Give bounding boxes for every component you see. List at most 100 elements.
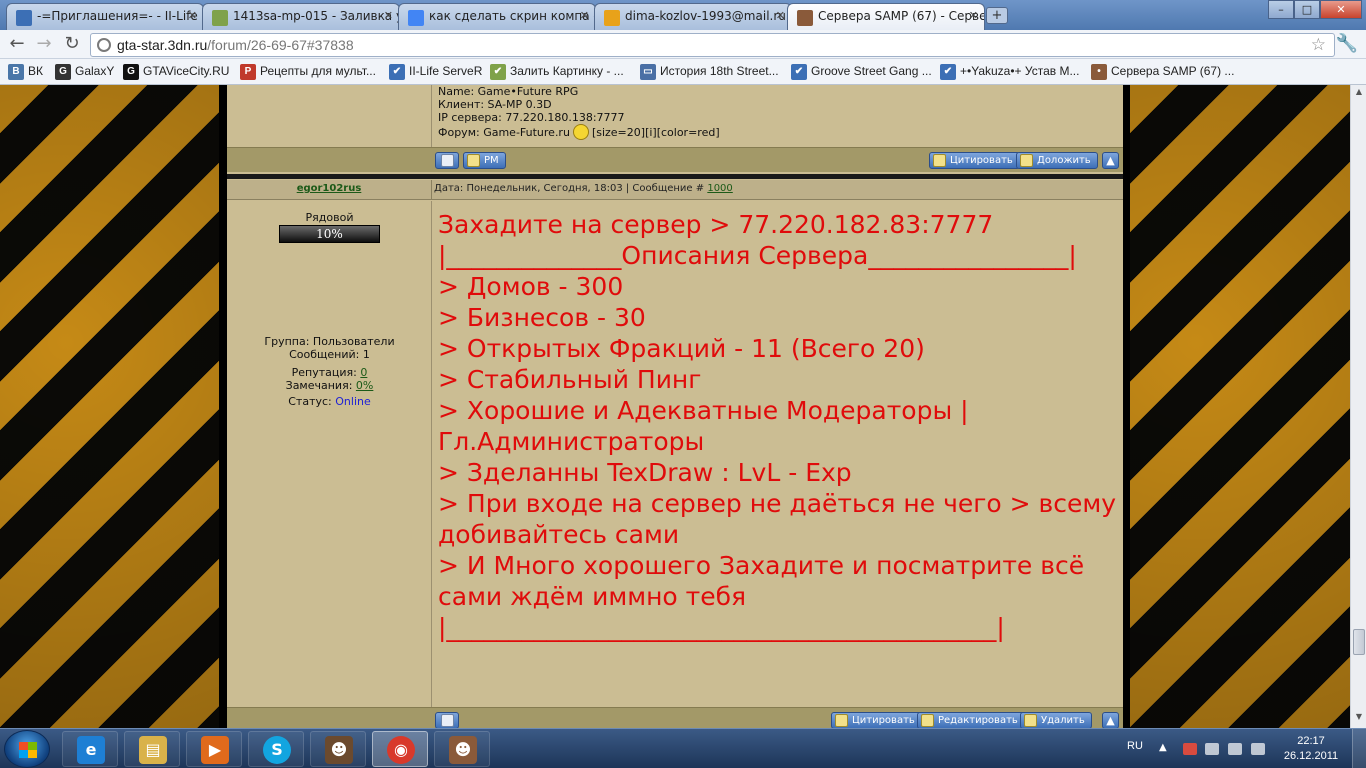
taskbar-item-samp[interactable]: ☻ [310, 731, 366, 767]
taskbar-samp-icon: ☻ [325, 736, 353, 764]
bookmark-recipes[interactable]: Р Рецепты для мульт... [240, 63, 376, 81]
bookmark-iilife[interactable]: ✔ II-Life ServeR [389, 63, 482, 81]
language-indicator[interactable]: RU [1127, 740, 1143, 752]
tray-device-icon[interactable] [1205, 743, 1219, 755]
tab-google-search[interactable]: как сделать скрин компа - ✕ [398, 3, 596, 30]
tab-mail[interactable]: dima-kozlov-1993@mail.ru ✕ [594, 3, 792, 30]
reload-button[interactable]: ↻ [61, 34, 83, 56]
url-host: gta-star.3dn.ru [117, 37, 208, 53]
tab-close-icon[interactable]: ✕ [969, 9, 978, 22]
prev-post-action-bar: PM Цитировать Доложить ▲ [227, 147, 1123, 173]
signature-line: IP сервера: 77.220.180.138:7777 [438, 111, 625, 124]
tab-samp-servers[interactable]: Сервера SAMP (67) - Серве ✕ [787, 3, 985, 30]
tray-expand-icon[interactable]: ▲ [1159, 742, 1167, 753]
bookmark-groove[interactable]: ✔ Groove Street Gang ... [791, 63, 932, 81]
bookmark-upload[interactable]: ✔ Залить Картинку - ... [490, 63, 624, 81]
new-tab-button[interactable]: + [986, 7, 1008, 24]
reputation-link[interactable]: 0 [360, 366, 367, 379]
post-meta: Дата: Понедельник, Сегодня, 18:03 | Сооб… [434, 183, 733, 194]
taskbar-item-skype[interactable]: S [248, 731, 304, 767]
tab-upload[interactable]: 1413sa-mp-015 - Заливка у ✕ [202, 3, 400, 30]
wrench-menu-icon[interactable]: 🔧 [1336, 33, 1358, 54]
galaxy-icon: G [55, 64, 71, 80]
bookmark-vk[interactable]: B ВК [8, 63, 43, 81]
report-button[interactable]: Доложить [1016, 152, 1098, 169]
user-warnings: Замечания: 0% [227, 379, 432, 392]
taskbar-clock[interactable]: 22:17 26.12.2011 [1283, 734, 1339, 764]
bookmark-label: Сервера SAMP (67) ... [1111, 64, 1235, 78]
pm-button[interactable]: PM [463, 152, 506, 169]
bookmarks-bar: B ВК G GalaxY G GTAViceCity.RU Р Рецепты для… [0, 59, 1366, 85]
bookmark-galaxy[interactable]: G GalaxY [55, 63, 114, 81]
taskbar-chrome-icon: ◉ [387, 736, 415, 764]
bookmark-label: GalaxY [75, 64, 115, 78]
scroll-top-button[interactable]: ▲ [1102, 152, 1119, 169]
post-body: Захадите на сервер > 77.220.182.83:7777 … [434, 201, 1123, 707]
user-group: Группа: Пользователи [264, 335, 395, 348]
message-number-link[interactable]: 1000 [707, 183, 732, 194]
start-button[interactable] [4, 730, 50, 768]
user-reputation: Репутация: 0 [227, 366, 432, 379]
bookmark-label: Залить Картинку - ... [510, 64, 624, 78]
back-button[interactable]: ← [6, 34, 28, 56]
taskbar-item-explorer[interactable]: ▤ [124, 731, 180, 767]
prev-post-user-column [227, 85, 432, 147]
iilife-icon: ✔ [389, 64, 405, 80]
delete-icon [1024, 714, 1037, 727]
tab-close-icon[interactable]: ✕ [776, 9, 785, 22]
taskbar-item-chrome[interactable]: ◉ [372, 731, 428, 767]
scroll-down-arrow-icon[interactable]: ▼ [1353, 712, 1365, 726]
quote-button[interactable]: Цитировать [831, 712, 922, 728]
minimize-button[interactable]: – [1268, 0, 1294, 19]
hazard-stripes-left [0, 85, 219, 728]
post-line: |______________Описания Сервера_________… [438, 241, 1077, 270]
bookmark-star-icon[interactable]: ☆ [1311, 35, 1326, 55]
pm-icon [467, 154, 480, 167]
tab-invitations[interactable]: -=Приглашения=- - II-Life ✕ [6, 3, 204, 30]
tray-network-icon[interactable] [1228, 743, 1242, 755]
scroll-top-button[interactable]: ▲ [1102, 712, 1119, 728]
tray-volume-icon[interactable] [1251, 743, 1265, 755]
post-line: > Зделанны TexDraw : LvL - Exp [438, 458, 852, 487]
globe-icon [97, 38, 111, 52]
quote-label: Цитировать [852, 715, 915, 726]
show-desktop-button[interactable] [1352, 729, 1366, 768]
quote-button[interactable]: Цитировать [929, 152, 1020, 169]
tray-network-alert-icon[interactable] [1183, 743, 1197, 755]
page-scrollbar[interactable]: ▲ ▼ [1350, 85, 1366, 728]
user-messages: Сообщений: 1 [289, 348, 370, 361]
taskbar-item-samp2[interactable]: ☻ [434, 731, 490, 767]
delete-button[interactable]: Удалить [1020, 712, 1092, 728]
scrollbar-thumb[interactable] [1353, 629, 1365, 655]
tab-close-icon[interactable]: ✕ [188, 9, 197, 22]
bookmark-18th-street[interactable]: ▭ История 18th Street... [640, 63, 779, 81]
tab-close-icon[interactable]: ✕ [384, 9, 393, 22]
quote-icon [835, 714, 848, 727]
profile-button[interactable] [435, 712, 459, 728]
forward-button[interactable]: → [33, 34, 55, 56]
taskbar-item-mediaplayer[interactable]: ▶ [186, 731, 242, 767]
post-line: |_______________________________________… [438, 613, 1005, 642]
mail-favicon-icon [604, 10, 620, 26]
frame-border-right [1122, 85, 1130, 728]
signature-line: Клиент: SA-MP 0.3D [438, 98, 552, 111]
taskbar-skype-icon: S [263, 736, 291, 764]
edit-button[interactable]: Редактировать [917, 712, 1025, 728]
profile-button[interactable] [435, 152, 459, 169]
bookmark-gtavc[interactable]: G GTAViceCity.RU [123, 63, 229, 81]
close-button[interactable]: ✕ [1320, 0, 1362, 19]
scroll-up-arrow-icon[interactable]: ▲ [1353, 87, 1365, 101]
bookmark-label: +•Yakuza•+ Устав М... [960, 64, 1080, 78]
post-author-link[interactable]: egor102rus [227, 180, 432, 200]
bookmark-yakuza[interactable]: ✔ +•Yakuza•+ Устав М... [940, 63, 1079, 81]
bookmark-samp[interactable]: • Сервера SAMP (67) ... [1091, 63, 1234, 81]
frame-border-left [219, 85, 227, 728]
tab-close-icon[interactable]: ✕ [580, 9, 589, 22]
ii-life-favicon-icon [16, 10, 32, 26]
post-line: > Хорошие и Адекватные Модераторы | Гл.А… [438, 396, 977, 456]
maximize-button[interactable]: □ [1294, 0, 1320, 19]
quote-label: Цитировать [950, 155, 1013, 166]
taskbar-item-ie[interactable]: e [62, 731, 118, 767]
address-bar[interactable]: gta-star.3dn.ru/forum/26-69-67#37838 ☆ [90, 33, 1335, 57]
warnings-link[interactable]: 0% [356, 379, 373, 392]
